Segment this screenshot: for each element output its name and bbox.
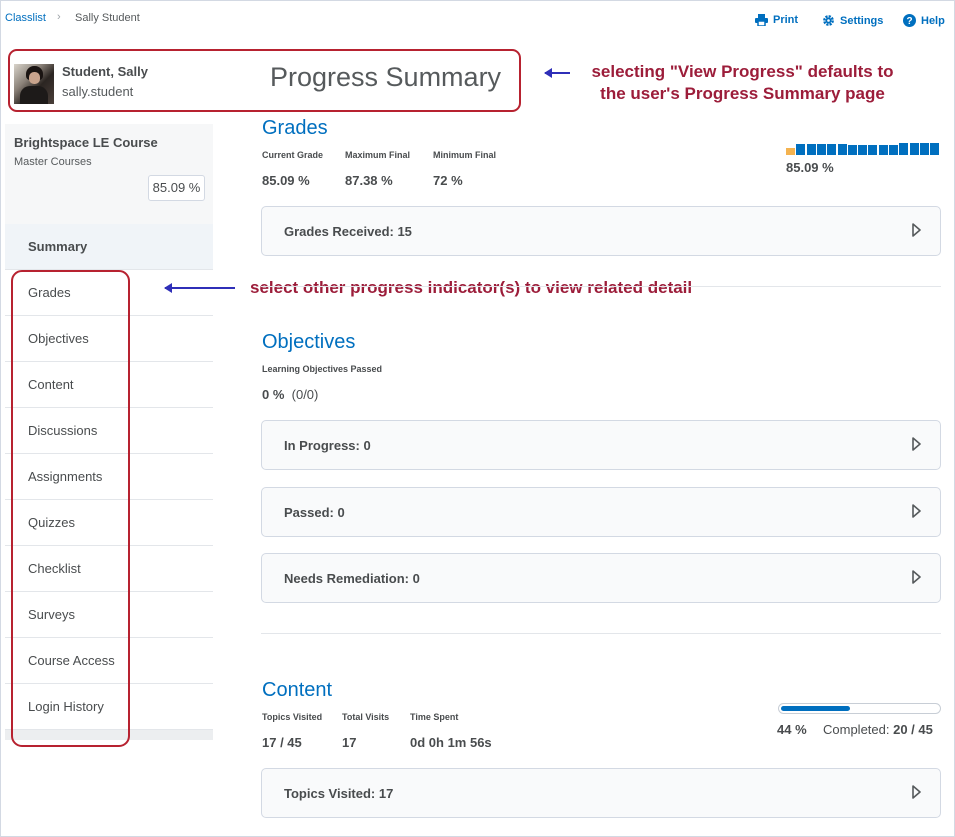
minimum-final-value: 72 %: [433, 173, 463, 188]
gear-icon: [823, 15, 834, 26]
sparkline-bar: [899, 143, 909, 155]
sparkline-bar: [816, 144, 826, 155]
objectives-passed-value: 0 % (0/0): [262, 387, 319, 402]
grades-received-card[interactable]: Grades Received: 15: [261, 206, 941, 256]
content-completed: Completed: 20 / 45: [823, 722, 933, 737]
breadcrumb-separator: ›: [57, 11, 61, 23]
content-progress-fill: [781, 706, 850, 711]
in-progress-label: In Progress: 0: [284, 438, 371, 453]
topics-visited-card[interactable]: Topics Visited: 17: [261, 768, 941, 818]
sparkline-bar: [930, 143, 940, 155]
avatar: [14, 64, 54, 104]
page-title: Progress Summary: [270, 62, 502, 92]
sparkline-bar: [786, 148, 795, 155]
grades-section-title: Grades: [262, 117, 328, 139]
breadcrumb-classlist-link[interactable]: Classlist: [5, 12, 46, 24]
sparkline-bar: [878, 145, 888, 155]
section-divider: [261, 633, 941, 634]
svg-text:?: ?: [906, 16, 912, 27]
in-progress-card[interactable]: In Progress: 0: [261, 420, 941, 470]
current-grade-label: Current Grade: [262, 150, 324, 160]
minimum-final-label: Minimum Final: [433, 150, 496, 160]
time-spent-label: Time Spent: [410, 712, 459, 722]
passed-card[interactable]: Passed: 0: [261, 487, 941, 537]
annotation-arrow-nav: [164, 283, 235, 293]
objectives-passed-label: Learning Objectives Passed: [262, 364, 383, 374]
course-summary-box: Brightspace LE Course Master Courses 85.…: [5, 124, 213, 224]
objectives-section-title: Objectives: [262, 331, 356, 353]
breadcrumb-current: Sally Student: [75, 12, 140, 24]
course-subtitle: Master Courses: [14, 156, 92, 168]
sparkline-bar: [837, 144, 847, 155]
annotation-nav-note: select other progress indicator(s) to vi…: [250, 278, 693, 297]
content-section-title: Content: [262, 679, 333, 701]
sparkline-bar: [847, 145, 857, 155]
profile-name: Student, Sally: [62, 64, 148, 79]
content-progress-bar: [778, 703, 941, 714]
total-visits-label: Total Visits: [342, 712, 390, 722]
content-progress-percent: 44 %: [777, 722, 807, 737]
grades-sparkline: [786, 140, 941, 155]
sparkline-bar: [827, 144, 837, 155]
sparkline-bar: [889, 145, 898, 155]
topics-visited-value: 17 / 45: [262, 735, 302, 750]
total-visits-value: 17: [342, 735, 357, 750]
printer-icon: [755, 14, 768, 26]
time-spent-value: 0d 0h 1m 56s: [410, 735, 492, 750]
course-grade-badge: 85.09 %: [148, 175, 205, 201]
passed-label: Passed: 0: [284, 505, 345, 520]
current-grade-value: 85.09 %: [262, 173, 310, 188]
profile-header: Student, Sally sally.student Progress Su…: [8, 49, 521, 112]
grades-received-label: Grades Received: 15: [284, 224, 412, 239]
section-divider: [261, 286, 941, 287]
sparkline-bar: [806, 144, 816, 155]
profile-username: sally.student: [62, 84, 134, 99]
nav-item-summary[interactable]: Summary: [5, 224, 213, 270]
annotation-arrow-header: [544, 68, 570, 78]
sparkline-bar: [858, 145, 868, 155]
top-bar: Classlist › Sally Student Print Settings…: [0, 0, 955, 40]
course-name: Brightspace LE Course: [14, 135, 158, 150]
help-button[interactable]: ? Help: [903, 14, 945, 27]
settings-button[interactable]: Settings: [822, 14, 883, 27]
needs-remediation-card[interactable]: Needs Remediation: 0: [261, 553, 941, 603]
sparkline-bar: [919, 143, 929, 155]
sparkline-bar: [868, 145, 878, 155]
needs-remediation-label: Needs Remediation: 0: [284, 571, 420, 586]
print-label: Print: [773, 14, 799, 26]
topics-visited-card-label: Topics Visited: 17: [284, 786, 394, 801]
grades-sparkline-value: 85.09 %: [786, 160, 834, 175]
sparkline-bar: [796, 144, 806, 155]
print-button[interactable]: Print: [755, 14, 798, 26]
maximum-final-value: 87.38 %: [345, 173, 393, 188]
sparkline-bar: [909, 143, 919, 155]
nav-highlight-box: [11, 270, 130, 747]
help-icon: ?: [903, 14, 916, 27]
help-label: Help: [921, 14, 945, 27]
annotation-header-note: selecting "View Progress" defaults to th…: [591, 62, 894, 103]
maximum-final-label: Maximum Final: [345, 150, 411, 160]
topics-visited-label: Topics Visited: [262, 712, 323, 722]
settings-label: Settings: [840, 14, 884, 27]
